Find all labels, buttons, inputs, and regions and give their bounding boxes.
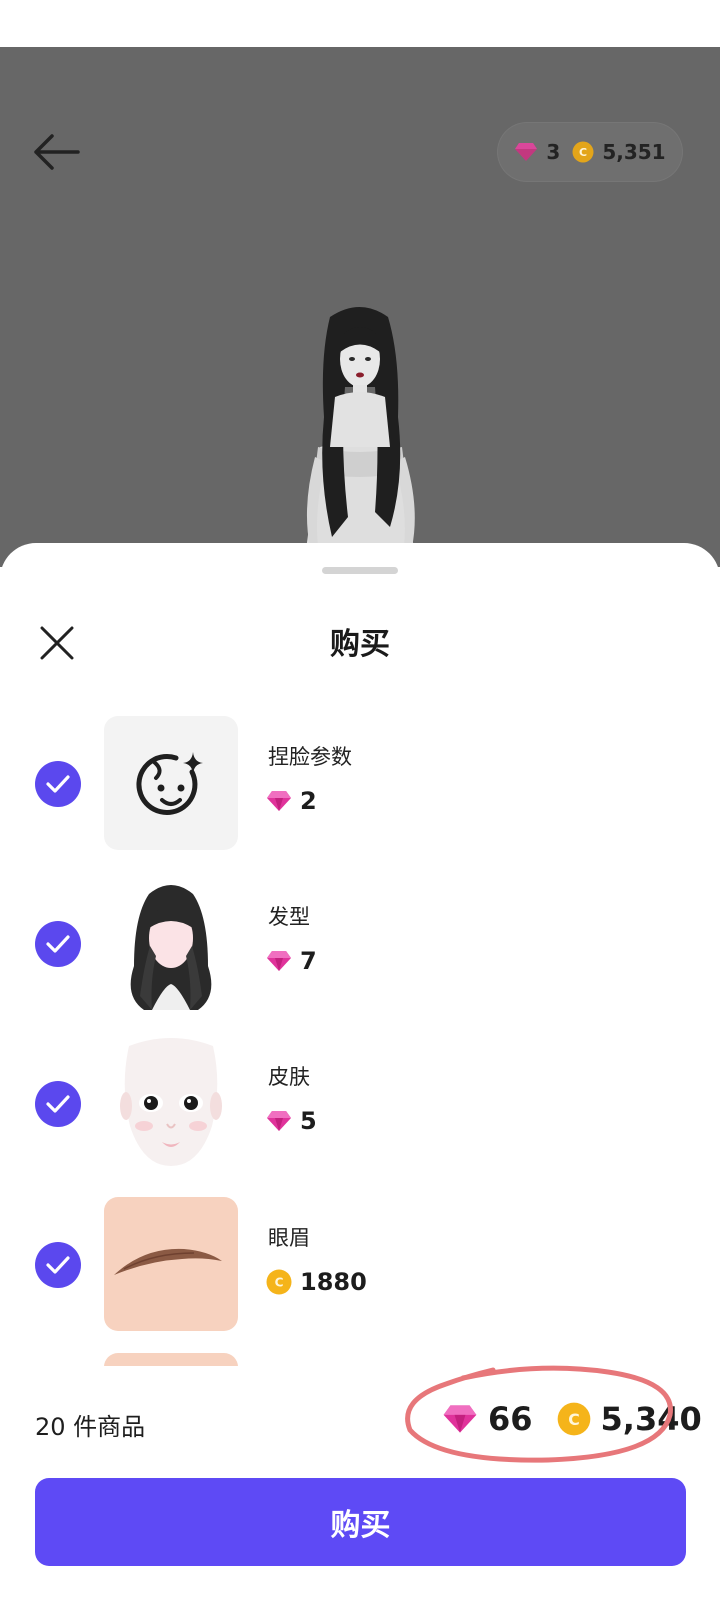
buy-button[interactable]: 购买 [35, 1478, 686, 1566]
eyebrow-thumbnail [114, 1248, 222, 1275]
list-item[interactable]: 皮肤 5 [0, 1031, 720, 1171]
item-thumbnail [104, 1353, 238, 1366]
drag-handle[interactable] [322, 567, 398, 574]
arrow-left-icon [34, 134, 80, 170]
check-icon [46, 1095, 70, 1113]
svg-text:C: C [579, 146, 587, 159]
item-price-value: 2 [300, 787, 317, 815]
item-name: 皮肤 [268, 1065, 310, 1089]
item-price-value: 5 [300, 1107, 317, 1135]
gem-icon [267, 951, 291, 971]
gem-balance: 3 [546, 140, 561, 164]
skin-face-thumbnail [120, 1038, 222, 1166]
item-thumbnail [104, 876, 238, 1010]
check-icon [46, 935, 70, 953]
item-checkbox[interactable] [35, 921, 81, 967]
coin-icon: C [266, 1269, 292, 1295]
check-icon [46, 1256, 70, 1274]
item-thumbnail [104, 716, 238, 850]
svg-text:C: C [275, 1276, 284, 1290]
item-name: 眼眉 [268, 1226, 310, 1250]
list-item[interactable]: 眼眉 C 1880 [0, 1192, 720, 1332]
gem-icon [267, 1111, 291, 1131]
avatar-figure [298, 307, 422, 567]
item-price-value: 1880 [300, 1268, 367, 1296]
item-count: 20 件商品 [35, 1413, 146, 1441]
annotation-circle [405, 1365, 673, 1463]
coin-balance: 5,351 [602, 140, 666, 164]
avatar-stage: 3 C 5,351 [0, 47, 720, 567]
item-checkbox[interactable] [35, 1242, 81, 1288]
item-price-value: 7 [300, 947, 317, 975]
item-name: 发型 [268, 905, 310, 929]
check-icon [46, 775, 70, 793]
face-sparkle-icon [136, 752, 203, 815]
item-price: C 1880 [266, 1268, 367, 1296]
hairstyle-thumbnail [130, 885, 212, 1010]
sheet-title: 购买 [330, 627, 390, 662]
list-item[interactable]: 发型 7 [0, 871, 720, 1011]
back-button[interactable] [30, 129, 82, 175]
currency-balance[interactable]: 3 C 5,351 [497, 122, 683, 182]
gem-icon [515, 143, 538, 161]
item-price: 7 [266, 947, 317, 975]
coin-icon: C [572, 141, 594, 163]
item-checkbox[interactable] [35, 1081, 81, 1127]
item-name: 捏脸参数 [268, 745, 352, 769]
gem-icon [267, 791, 291, 811]
status-bar [0, 0, 720, 47]
item-thumbnail [104, 1036, 238, 1170]
list-item[interactable]: 捏脸参数 2 [0, 711, 720, 851]
item-thumbnail [104, 1197, 238, 1331]
item-checkbox[interactable] [35, 761, 81, 807]
item-list[interactable]: 捏脸参数 2 发型 7 皮肤 5 眼眉 C 1880 [0, 711, 720, 1366]
item-price: 5 [266, 1107, 317, 1135]
item-price: 2 [266, 787, 317, 815]
